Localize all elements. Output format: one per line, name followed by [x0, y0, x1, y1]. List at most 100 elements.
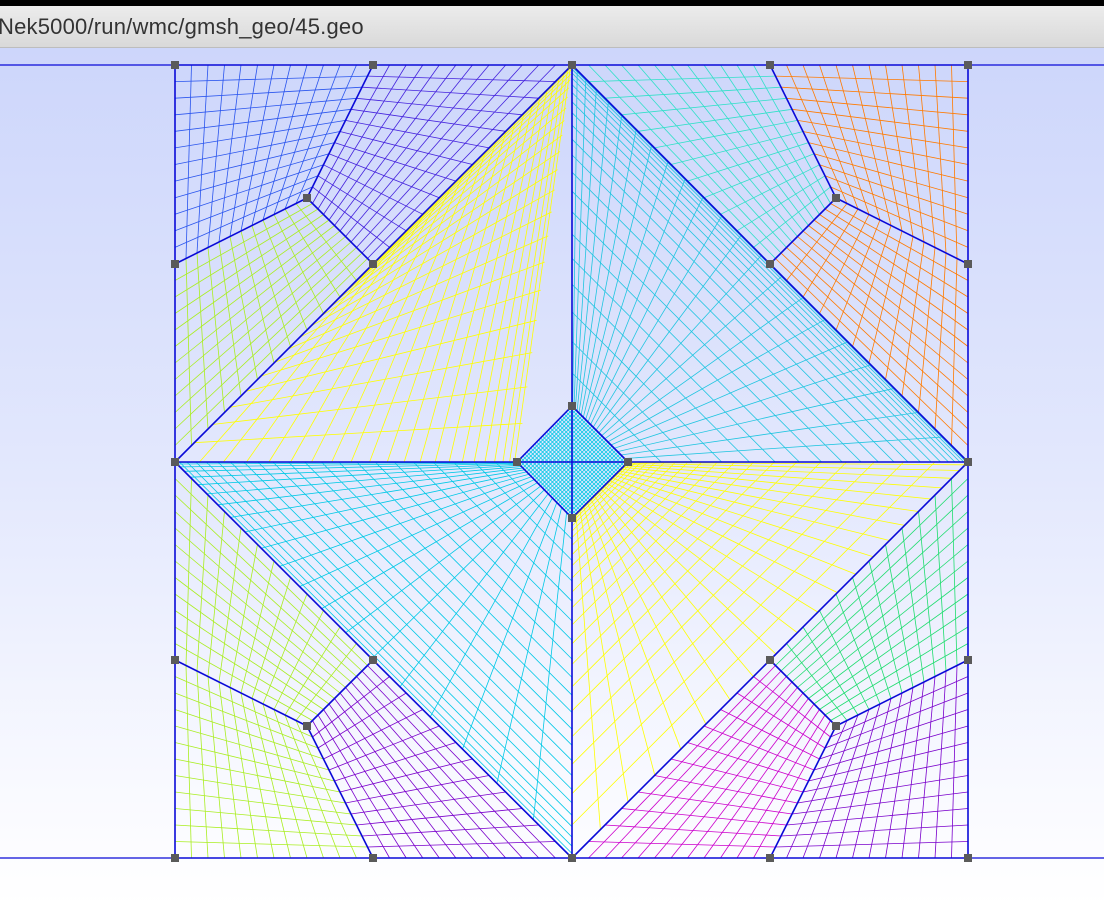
- geometry-point[interactable]: [568, 514, 576, 522]
- mesh-line: [595, 234, 742, 431]
- mesh-line: [830, 676, 969, 738]
- mesh-line: [429, 497, 553, 717]
- geometry-point[interactable]: [303, 722, 311, 730]
- mesh-line: [371, 489, 545, 659]
- mesh-line: [174, 709, 324, 760]
- mesh-canvas[interactable]: [0, 48, 1104, 906]
- mesh-line: [600, 488, 777, 655]
- mesh-line: [386, 140, 497, 463]
- mesh-line: [174, 164, 324, 215]
- geometry-point[interactable]: [832, 722, 840, 730]
- geometry-point[interactable]: [171, 260, 179, 268]
- mesh-line: [622, 466, 932, 500]
- geometry-point[interactable]: [171, 854, 179, 862]
- mesh-line: [274, 261, 545, 363]
- mesh-line: [334, 742, 457, 782]
- mesh-line: [780, 824, 969, 837]
- geometry-point[interactable]: [766, 260, 774, 268]
- mesh-line: [174, 86, 363, 99]
- mesh-line: [780, 86, 969, 99]
- mesh-line: [819, 164, 969, 215]
- mesh-line: [571, 101, 932, 463]
- mesh-line: [654, 775, 798, 804]
- mesh-line: [174, 120, 346, 149]
- mesh-line: [174, 247, 357, 413]
- mesh-line: [819, 214, 969, 314]
- mesh-line: [174, 775, 346, 804]
- geometry-point[interactable]: [964, 854, 972, 862]
- mesh-line: [245, 319, 537, 392]
- mesh-line: [571, 112, 921, 463]
- geometry-point[interactable]: [171, 656, 179, 664]
- mesh-line: [174, 610, 324, 710]
- mesh-line: [174, 643, 313, 721]
- geometry-point[interactable]: [766, 854, 774, 862]
- graphics-viewport[interactable]: [0, 48, 1104, 906]
- geometry-point[interactable]: [964, 656, 972, 664]
- mesh-line: [598, 254, 762, 434]
- mesh-line: [637, 791, 793, 815]
- geometry-point[interactable]: [568, 402, 576, 410]
- mesh-line: [473, 89, 548, 463]
- mesh-line: [199, 249, 388, 463]
- mesh-line: [461, 96, 541, 463]
- geometry-point[interactable]: [964, 61, 972, 69]
- mesh-line: [571, 258, 776, 463]
- geometry-point[interactable]: [568, 61, 576, 69]
- mesh-line: [819, 610, 969, 710]
- mesh-line: [654, 120, 798, 149]
- geometry-point[interactable]: [369, 656, 377, 664]
- mesh-line: [334, 142, 457, 182]
- mesh-line: [571, 77, 956, 463]
- mesh-line: [345, 775, 490, 804]
- geometry-point[interactable]: [964, 458, 972, 466]
- mesh-line: [223, 235, 402, 463]
- block-edge: [306, 659, 374, 727]
- mesh-line: [174, 186, 313, 248]
- mesh-line: [611, 477, 856, 575]
- mesh-line: [687, 142, 809, 182]
- block-edge: [306, 197, 374, 265]
- geometry-point[interactable]: [964, 260, 972, 268]
- geometry-point[interactable]: [766, 61, 774, 69]
- mesh-line: [786, 511, 969, 677]
- mesh-line: [299, 211, 552, 338]
- mesh-line: [621, 808, 787, 826]
- geometry-point[interactable]: [832, 194, 840, 202]
- mesh-line: [312, 676, 390, 738]
- mesh-line: [603, 485, 798, 634]
- mesh-line: [356, 808, 523, 826]
- mesh-line: [587, 502, 682, 750]
- geometry-point[interactable]: [369, 854, 377, 862]
- mesh-line: [571, 138, 895, 463]
- mesh-line: [573, 78, 587, 409]
- mesh-line: [320, 169, 558, 317]
- mesh-line: [217, 467, 523, 506]
- geometry-point[interactable]: [369, 260, 377, 268]
- mesh-line: [345, 120, 490, 149]
- window-title: Nek5000/run/wmc/gmsh_geo/45.geo: [0, 14, 364, 39]
- mesh-line: [797, 120, 969, 149]
- geometry-point[interactable]: [624, 458, 632, 466]
- mesh-line: [246, 222, 415, 463]
- mesh-line: [174, 511, 357, 677]
- mesh-line: [687, 742, 809, 782]
- geometry-point[interactable]: [303, 194, 311, 202]
- mesh-line: [604, 296, 804, 440]
- mesh-line: [194, 423, 523, 444]
- mesh-line: [637, 108, 793, 132]
- window-titlebar[interactable]: Nek5000/run/wmc/gmsh_geo/45.geo: [0, 6, 1104, 48]
- geometry-point[interactable]: [568, 854, 576, 862]
- mesh-line: [797, 775, 969, 804]
- geometry-point[interactable]: [369, 61, 377, 69]
- mesh-line: [609, 480, 838, 593]
- mesh-line: [419, 121, 516, 463]
- geometry-point[interactable]: [171, 61, 179, 69]
- geometry-point[interactable]: [171, 458, 179, 466]
- mesh-line: [350, 791, 506, 815]
- geometry-point[interactable]: [766, 656, 774, 664]
- mesh-line: [786, 247, 969, 413]
- mesh-line: [174, 203, 313, 281]
- mesh-line: [212, 386, 528, 425]
- geometry-point[interactable]: [513, 458, 521, 466]
